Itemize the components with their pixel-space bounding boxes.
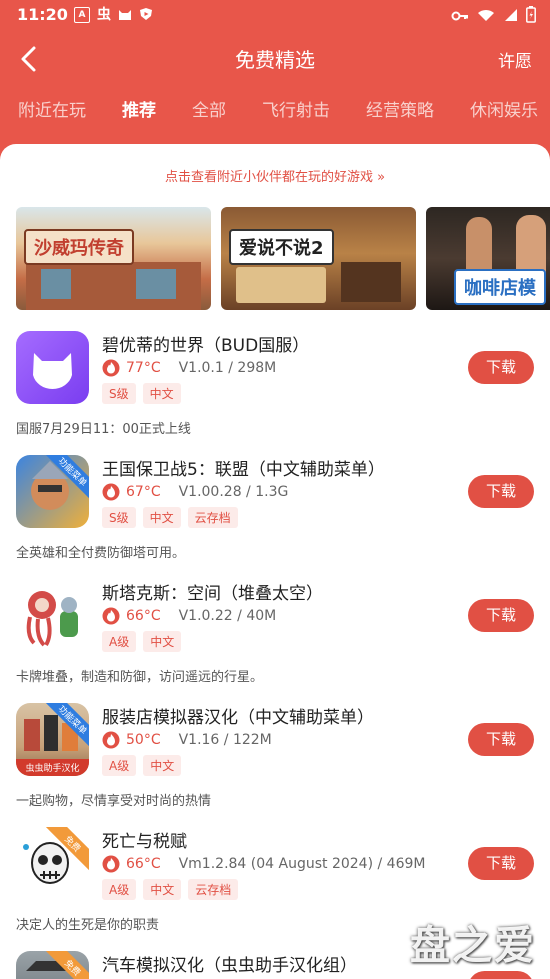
notification-cat-icon (118, 7, 132, 21)
notification-shield-icon (139, 7, 153, 21)
download-button[interactable]: 下载 (468, 351, 534, 384)
localization-caption: 虫虫助手汉化 (16, 759, 89, 776)
category-tabs: 附近在玩 推荐 全部 飞行射击 经营策略 休闲娱乐 (0, 96, 550, 136)
game-heat: 77°C (126, 360, 161, 376)
download-button[interactable]: 下载 (468, 847, 534, 880)
game-description: 决定人的生死是你的职责 (16, 918, 160, 933)
game-description: 卡牌堆叠，制造和防御，访问遥远的行星。 (16, 670, 264, 685)
game-item[interactable]: 碧优蒂的世界（BUD国服） 77°C V1.0.1 / 298M S级 中文 下… (0, 331, 550, 455)
game-tag: S级 (102, 507, 136, 528)
game-name: 碧优蒂的世界（BUD国服） (102, 336, 310, 356)
game-icon[interactable] (16, 579, 89, 652)
wish-button[interactable]: 许愿 (498, 47, 532, 72)
game-tag: 中文 (143, 879, 182, 900)
banner-label: 咖啡店模 (454, 269, 546, 305)
banner-say-or-not[interactable]: 爱说不说2 (221, 207, 416, 310)
watermark-logo: 盘之爱 (410, 923, 536, 969)
game-version-size: V1.0.1 / 298M (178, 360, 277, 376)
game-description: 一起购物，尽情享受对时尚的热情 (16, 794, 212, 809)
game-version-size: V1.00.28 / 1.3G (178, 484, 289, 500)
game-heat: 66°C (126, 856, 161, 872)
game-tag: 中文 (142, 507, 181, 528)
game-icon[interactable]: 免费 (16, 827, 89, 900)
tab-casual[interactable]: 休闲娱乐 (470, 96, 538, 136)
notification-a-icon: A (74, 7, 90, 23)
page-title: 免费精选 (235, 48, 315, 72)
astronaut-squid-icon (26, 591, 78, 647)
game-version-size: V1.0.22 / 40M (178, 608, 277, 624)
game-tag: A级 (102, 879, 137, 900)
download-button[interactable]: 下载 (468, 723, 534, 756)
game-icon[interactable]: 免费 (16, 951, 89, 979)
game-item[interactable]: 功能菜单 虫虫助手汉化 服装店模拟器汉化（中文辅助菜单） 50°C V1.16 … (0, 703, 550, 827)
banner-label: 爱说不说2 (229, 229, 334, 265)
download-button[interactable]: 下载 (468, 599, 534, 632)
game-tag: 云存档 (187, 507, 238, 528)
banner-shawarma[interactable]: 沙威玛传奇 (16, 207, 211, 310)
game-name: 服装店模拟器汉化（中文辅助菜单） (102, 708, 374, 728)
signal-icon (503, 7, 518, 26)
game-icon[interactable] (16, 331, 89, 404)
game-name: 汽车模拟汉化（虫虫助手汉化组） (102, 956, 357, 976)
notification-chong-icon: 虫 (97, 7, 111, 23)
game-tag: S级 (102, 383, 136, 404)
download-button[interactable]: 下载 (468, 971, 534, 979)
game-description: 国服7月29日11：00正式上线 (16, 422, 191, 437)
game-item[interactable]: 功能菜单 王国保卫战5：联盟（中文辅助菜单） 67°C V1.00.28 / 1… (0, 455, 550, 579)
nearby-notice-link[interactable]: 点击查看附近小伙伴都在玩的好游戏 » (0, 166, 550, 185)
status-time: 11:20 (17, 5, 68, 24)
game-icon[interactable]: 功能菜单 虫虫助手汉化 (16, 703, 89, 776)
flame-icon (102, 607, 120, 625)
flame-icon (102, 483, 120, 501)
game-description: 全英雄和全付费防御塔可用。 (16, 546, 186, 561)
devil-face-icon (33, 353, 72, 390)
banner-label: 沙威玛传奇 (24, 229, 134, 265)
game-tag: 中文 (142, 383, 181, 404)
tab-strategy[interactable]: 经营策略 (366, 96, 434, 136)
game-version-size: V1.16 / 122M (178, 732, 272, 748)
flame-icon (102, 731, 120, 749)
banner-carousel: 沙威玛传奇 爱说不说2 咖啡店模 (16, 207, 550, 310)
tab-all[interactable]: 全部 (192, 96, 226, 136)
wifi-icon (477, 7, 495, 26)
game-icon[interactable]: 功能菜单 (16, 455, 89, 528)
app-header: 免费精选 许愿 (0, 30, 550, 88)
game-tag: A级 (102, 631, 137, 652)
main-content: 点击查看附近小伙伴都在玩的好游戏 » 沙威玛传奇 爱说不说2 咖啡店模 碧优蒂的… (0, 144, 550, 979)
tab-nearby[interactable]: 附近在玩 (18, 96, 86, 136)
game-tag: 中文 (143, 631, 182, 652)
flame-icon (102, 359, 120, 377)
key-icon (451, 7, 469, 26)
game-tag: 云存档 (188, 879, 239, 900)
game-version-size: Vm1.2.84 (04 August 2024) / 469M (178, 856, 426, 872)
game-name: 死亡与税赋 (102, 832, 187, 852)
game-tag: A级 (102, 755, 137, 776)
tab-recommended[interactable]: 推荐 (122, 96, 156, 136)
banner-coffee-shop[interactable]: 咖啡店模 (426, 207, 550, 310)
tab-shooting[interactable]: 飞行射击 (262, 96, 330, 136)
flame-icon (102, 855, 120, 873)
game-item[interactable]: 斯塔克斯：空间（堆叠太空） 66°C V1.0.22 / 40M A级 中文 下… (0, 579, 550, 703)
battery-icon (526, 6, 536, 27)
game-heat: 66°C (126, 608, 161, 624)
game-heat: 50°C (126, 732, 161, 748)
game-heat: 67°C (126, 484, 161, 500)
status-bar: 11:20 A 虫 (0, 0, 550, 30)
game-name: 斯塔克斯：空间（堆叠太空） (102, 584, 323, 604)
download-button[interactable]: 下载 (468, 475, 534, 508)
game-name: 王国保卫战5：联盟（中文辅助菜单） (102, 460, 385, 480)
game-tag: 中文 (143, 755, 182, 776)
